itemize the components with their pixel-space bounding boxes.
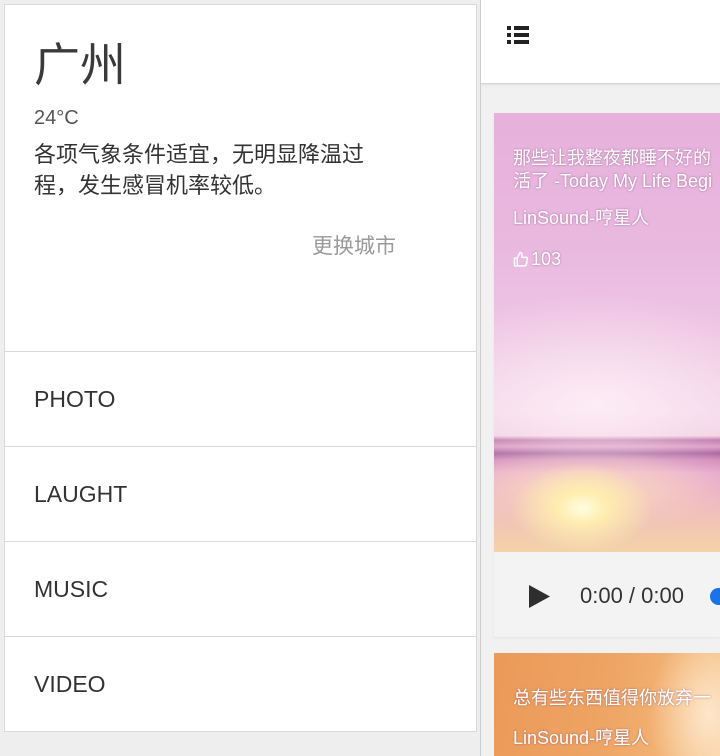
music-card: 那些让我整夜都睡不好的 活了 -Today My Life Begi LinSo… [494,113,720,637]
city-name: 广州 [34,39,126,91]
card-title-line: 总有些东西值得你放弃一 [513,688,711,708]
menu-item-label: MUSIC [34,575,109,602]
main-content: 那些让我整夜都睡不好的 活了 -Today My Life Begi LinSo… [481,0,720,756]
card-author: LinSound-哼星人 [513,208,650,228]
progress-thumb[interactable] [710,588,720,605]
navigation-drawer: 广州 24°C 各项气象条件适宜，无明显降温过程，发生感冒机率较低。 更换城市 … [0,0,481,756]
menu-item-video[interactable]: VIDEO [5,636,476,731]
menu-item-laught[interactable]: LAUGHT [5,446,476,541]
audio-player: 0:00 / 0:00 [494,552,720,637]
card-title-line: 活了 -Today My Life Begi [513,171,713,191]
play-icon[interactable] [529,585,550,608]
drawer-panel: 广州 24°C 各项气象条件适宜，无明显降温过程，发生感冒机率较低。 更换城市 … [4,4,477,732]
temperature: 24°C [34,107,79,129]
thumbs-up-icon [513,251,529,267]
playback-time: 0:00 / 0:00 [580,583,684,608]
change-city-link[interactable]: 更换城市 [34,233,396,261]
card-author: LinSound-哼星人 [513,728,650,748]
card-title-line: 那些让我整夜都睡不好的 [513,148,711,168]
menu-item-music[interactable]: MUSIC [5,541,476,636]
menu-item-label: VIDEO [34,670,106,697]
menu-item-label: PHOTO [34,385,116,412]
menu-item-label: LAUGHT [34,480,128,507]
like-count-value: 103 [531,249,562,269]
menu-item-photo[interactable]: PHOTO [5,351,476,446]
like-count: 103 [513,248,720,271]
app-header [481,0,720,84]
weather-description: 各项气象条件适宜，无明显降温过程，发生感冒机率较低。 [34,142,365,198]
weather-card: 广州 24°C 各项气象条件适宜，无明显降温过程，发生感冒机率较低。 更换城市 [5,5,476,351]
list-icon[interactable] [507,25,529,45]
music-card: 总有些东西值得你放弃一 LinSound-哼星人 [494,653,720,756]
